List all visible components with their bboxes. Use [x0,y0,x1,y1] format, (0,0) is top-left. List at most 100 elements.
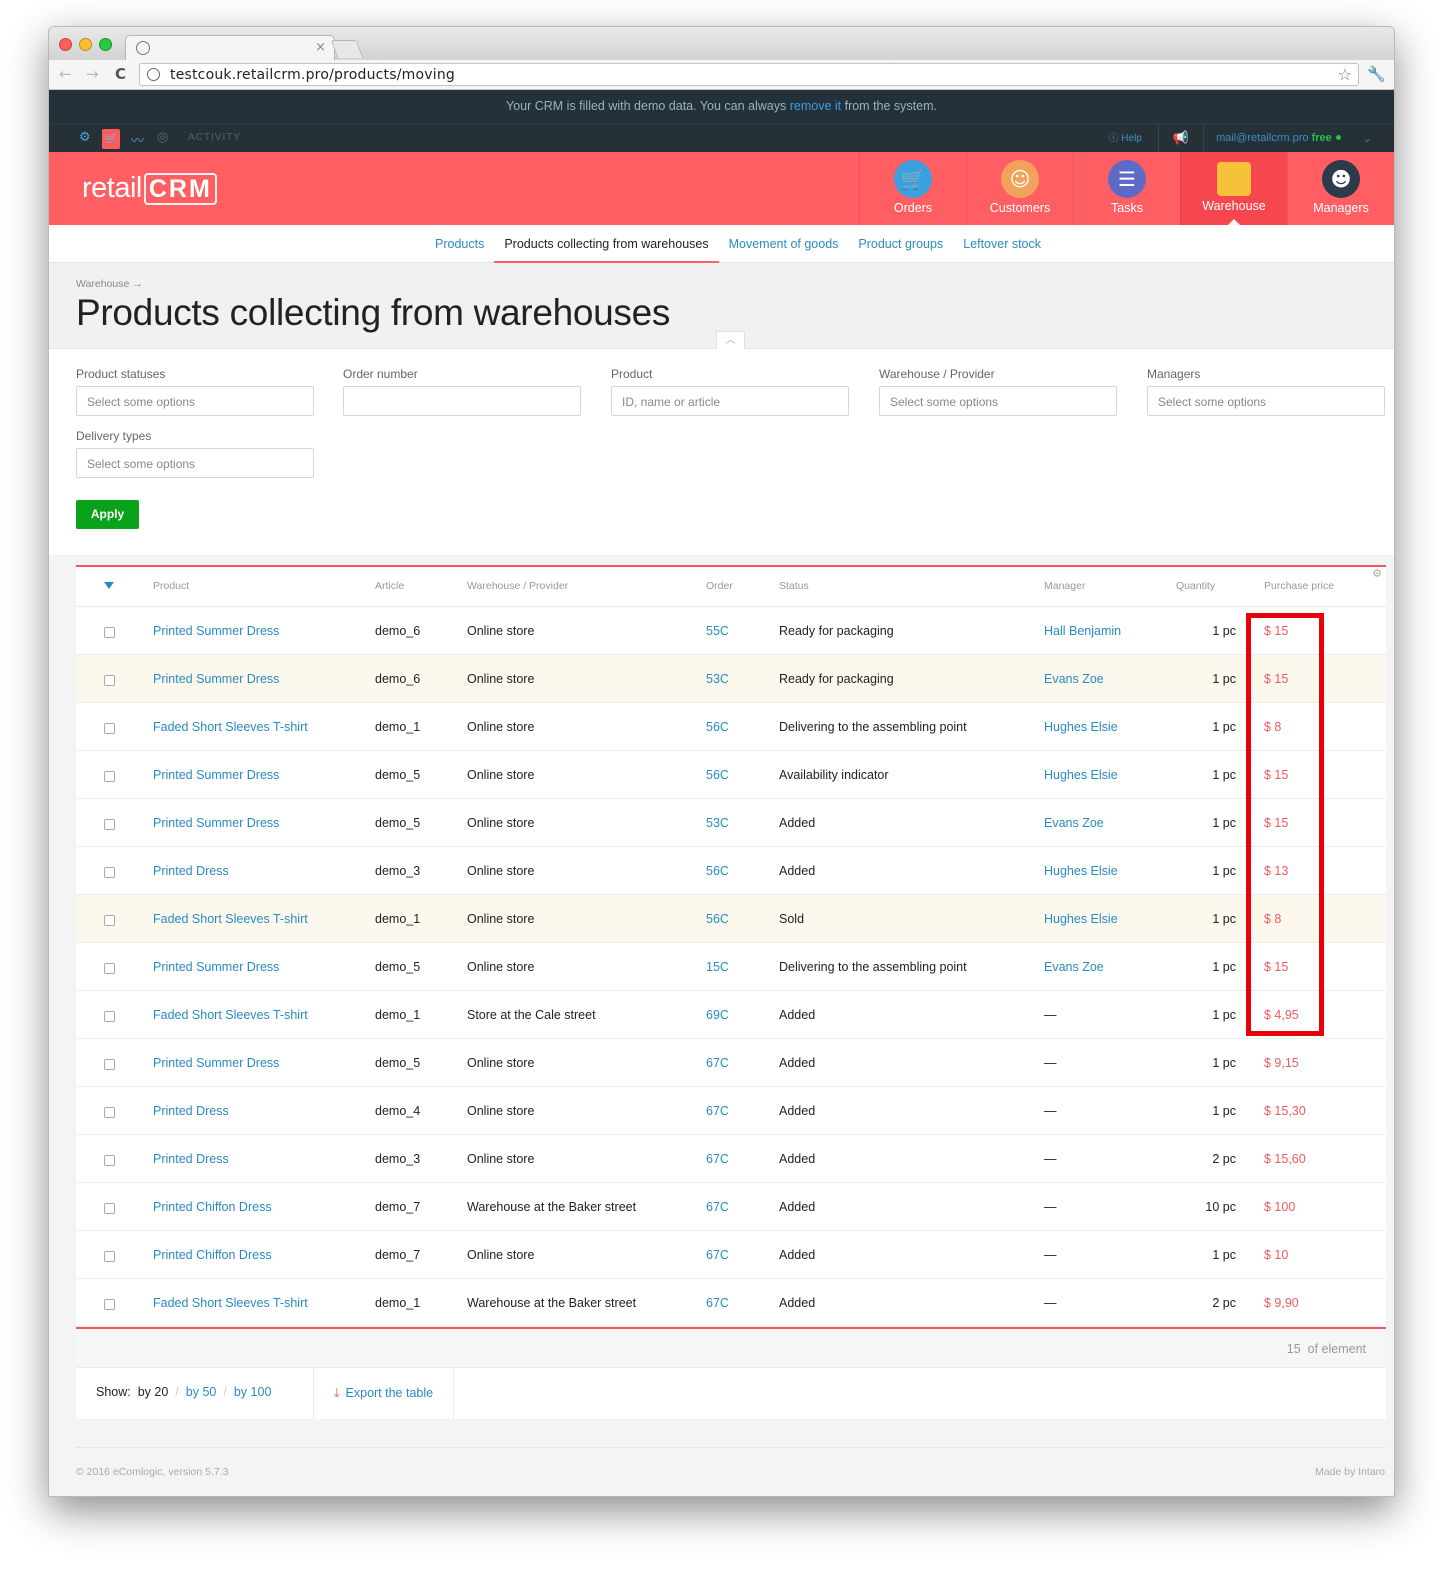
row-checkbox[interactable] [104,1011,115,1022]
order-link[interactable]: 53C [706,672,729,686]
row-checkbox[interactable] [104,723,115,734]
col-article[interactable]: Article [375,580,404,592]
table-row[interactable]: Printed Chiffon Dress demo_7 Warehouse at … [76,1183,1386,1231]
order-link[interactable]: 67C [706,1248,729,1262]
nav-managers[interactable]: ☻ Managers [1287,152,1394,225]
warehouse-select[interactable]: Select some options [879,386,1117,416]
delivery-types-select[interactable]: Select some options [76,448,314,478]
nav-tasks[interactable]: ☰ Tasks [1073,152,1180,225]
row-checkbox[interactable] [104,675,115,686]
chevron-down-icon[interactable]: ⌄ [1359,132,1394,145]
table-row[interactable]: Printed Summer Dress demo_6 Online store 55… [76,607,1386,655]
product-link[interactable]: Faded Short Sleeves T-shirt [153,912,308,926]
breadcrumb[interactable]: Warehouse → [76,278,143,290]
product-link[interactable]: Printed Chiffon Dress [153,1248,272,1262]
product-link[interactable]: Printed Summer Dress [153,1056,279,1070]
product-statuses-select[interactable]: Select some options [76,386,314,416]
table-row[interactable]: Faded Short Sleeves T-shirt demo_1 Store a… [76,991,1386,1039]
table-row[interactable]: Printed Summer Dress demo_5 Online store 56… [76,751,1386,799]
table-row[interactable]: Printed Dress demo_3 Online store 56C Added H… [76,847,1386,895]
bookmark-star-icon[interactable]: ☆ [1338,65,1352,84]
product-link[interactable]: Printed Chiffon Dress [153,1200,272,1214]
col-purchase-price[interactable]: Purchase price [1264,580,1334,592]
table-row[interactable]: Faded Short Sleeves T-shirt demo_1 Online … [76,895,1386,943]
order-link[interactable]: 56C [706,720,729,734]
manager-link[interactable]: Hughes Elsie [1044,912,1118,926]
reload-icon[interactable]: C [115,65,126,83]
col-product[interactable]: Product [153,580,189,592]
row-checkbox[interactable] [104,627,115,638]
user-menu[interactable]: mail@retailcrm.pro free [1204,124,1359,153]
remove-demo-link[interactable]: remove it [790,99,841,113]
subnav-leftover-stock[interactable]: Leftover stock [953,225,1051,263]
order-link[interactable]: 55C [706,624,729,638]
tab-close-icon[interactable]: × [315,40,326,55]
manager-link[interactable]: Hughes Elsie [1044,864,1118,878]
order-number-input[interactable] [343,386,581,416]
row-checkbox[interactable] [104,1059,115,1070]
manager-link[interactable]: Evans Zoe [1044,960,1104,974]
megaphone-icon[interactable]: 📢 [1159,124,1205,153]
table-row[interactable]: Printed Chiffon Dress demo_7 Online store 6… [76,1231,1386,1279]
row-checkbox[interactable] [104,1203,115,1214]
row-checkbox[interactable] [104,1251,115,1262]
col-manager[interactable]: Manager [1044,580,1085,592]
manager-link[interactable]: Hughes Elsie [1044,720,1118,734]
order-link[interactable]: 56C [706,864,729,878]
table-settings-gear-icon[interactable]: ⚙ [1372,567,1382,580]
row-checkbox[interactable] [104,819,115,830]
order-link[interactable]: 56C [706,768,729,782]
close-window-button[interactable] [59,38,72,51]
nav-warehouse[interactable]: Warehouse [1180,152,1287,225]
chart-icon[interactable]: 〰 [131,130,144,149]
retailcrm-logo[interactable]: retail CRM [82,172,217,205]
order-link[interactable]: 15C [706,960,729,974]
product-link[interactable]: Printed Summer Dress [153,960,279,974]
subnav-products[interactable]: Products [425,225,494,263]
product-link[interactable]: Printed Summer Dress [153,624,279,638]
table-row[interactable]: Printed Summer Dress demo_6 Online store 53… [76,655,1386,703]
order-link[interactable]: 67C [706,1200,729,1214]
table-row[interactable]: Faded Short Sleeves T-shirt demo_1 Online … [76,703,1386,751]
col-quantity[interactable]: Quantity [1176,580,1215,592]
manager-link[interactable]: Evans Zoe [1044,816,1104,830]
wrench-icon[interactable]: 🔧 [1367,65,1386,83]
manager-link[interactable]: Hall Benjamin [1044,624,1121,638]
minimize-window-button[interactable] [79,38,92,51]
page-size-50[interactable]: by 50 [186,1385,217,1399]
page-size-20[interactable]: by 20 [138,1385,169,1399]
row-checkbox[interactable] [104,867,115,878]
managers-select[interactable]: Select some options [1147,386,1385,416]
product-link[interactable]: Printed Dress [153,1104,229,1118]
row-checkbox[interactable] [104,1155,115,1166]
row-checkbox[interactable] [104,1107,115,1118]
subnav-movement-of-goods[interactable]: Movement of goods [719,225,849,263]
address-bar[interactable]: testcouk.retailcrm.pro/products/moving ☆ [139,63,1359,86]
product-link[interactable]: Printed Summer Dress [153,768,279,782]
table-row[interactable]: Printed Summer Dress demo_5 Online store 67… [76,1039,1386,1087]
order-link[interactable]: 67C [706,1296,729,1310]
col-order[interactable]: Order [706,580,733,592]
manager-link[interactable]: Evans Zoe [1044,672,1104,686]
export-table-button[interactable]: ⤓ Export the table [313,1368,455,1420]
order-link[interactable]: 56C [706,912,729,926]
cart-icon[interactable]: 🛒 [102,129,120,149]
product-link[interactable]: Printed Dress [153,864,229,878]
manager-link[interactable]: Hughes Elsie [1044,768,1118,782]
nav-customers[interactable]: ☺ Customers [966,152,1073,225]
product-link[interactable]: Faded Short Sleeves T-shirt [153,1296,308,1310]
row-checkbox[interactable] [104,963,115,974]
nav-orders[interactable]: 🛒 Orders [859,152,966,225]
order-link[interactable]: 53C [706,816,729,830]
table-row[interactable]: Printed Summer Dress demo_5 Online store 15… [76,943,1386,991]
new-tab-button[interactable] [330,40,364,58]
settings-gear-icon[interactable]: ⚙ [79,130,91,145]
browser-tab[interactable]: × [125,35,335,61]
activity-label[interactable]: ACTIVITY [188,132,241,143]
product-link[interactable]: Printed Dress [153,1152,229,1166]
product-link[interactable]: Printed Summer Dress [153,816,279,830]
forward-arrow-icon[interactable]: → [86,65,99,83]
product-link[interactable]: Printed Summer Dress [153,672,279,686]
order-link[interactable]: 67C [706,1104,729,1118]
row-checkbox[interactable] [104,771,115,782]
